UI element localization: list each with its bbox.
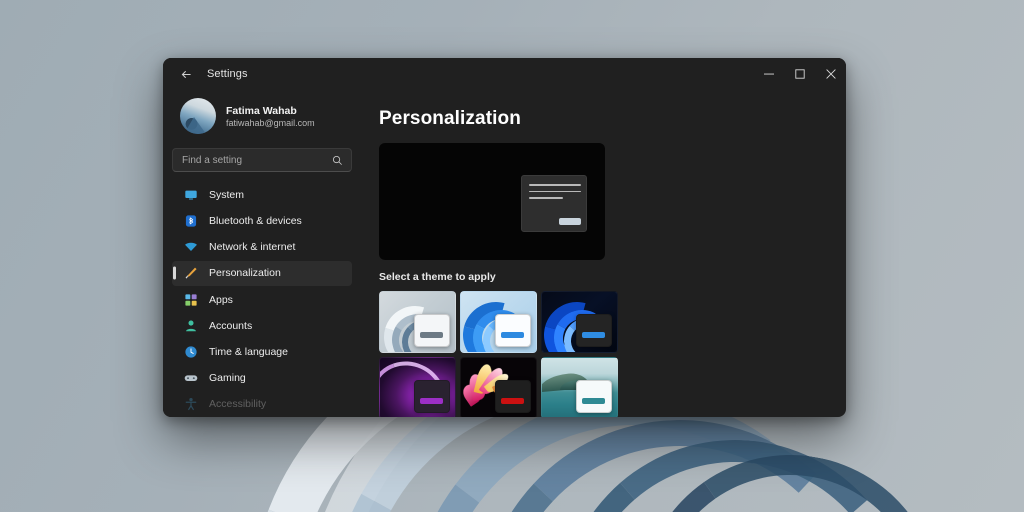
- sidebar-item-time-language[interactable]: Time & language: [172, 339, 352, 364]
- theme-window-mock: [414, 314, 450, 347]
- preview-dialog-mock: [521, 175, 587, 232]
- theme-window-mock: [414, 380, 450, 413]
- theme-preview[interactable]: [379, 143, 605, 260]
- apps-icon: [184, 293, 198, 307]
- sidebar-item-system[interactable]: System: [172, 182, 352, 207]
- sidebar-item-accessibility[interactable]: Accessibility: [172, 392, 352, 417]
- bluetooth-icon: [184, 214, 198, 228]
- avatar: [180, 98, 216, 134]
- content-pane: Personalization Select a theme to apply: [361, 90, 846, 417]
- sidebar-item-apps[interactable]: Apps: [172, 287, 352, 312]
- sidebar-item-label: Apps: [209, 293, 233, 306]
- arrow-left-icon: [181, 70, 191, 78]
- theme-option-6[interactable]: [541, 357, 618, 417]
- theme-option-5[interactable]: [460, 357, 537, 417]
- theme-accent-bar: [420, 398, 443, 404]
- close-button[interactable]: [815, 58, 846, 90]
- account-text: Fatima Wahab fatiwahab@gmail.com: [226, 105, 315, 128]
- sidebar-item-label: Time & language: [209, 346, 288, 359]
- sidebar-item-label: Network & internet: [209, 241, 296, 254]
- clock-icon: [184, 345, 198, 359]
- theme-option-4[interactable]: [379, 357, 456, 417]
- theme-window-mock: [576, 380, 612, 413]
- window-controls: [753, 58, 846, 90]
- sidebar-item-label: Accessibility: [209, 398, 267, 411]
- theme-option-3[interactable]: [541, 291, 618, 353]
- maximize-icon: [794, 69, 805, 79]
- sidebar-item-label: Personalization: [209, 267, 281, 280]
- theme-accent-bar: [420, 332, 443, 338]
- account-email: fatiwahab@gmail.com: [226, 117, 315, 128]
- minimize-icon: [763, 73, 774, 75]
- theme-accent-bar: [582, 398, 605, 404]
- minimize-button[interactable]: [753, 58, 784, 90]
- page-title: Personalization: [379, 108, 521, 129]
- sidebar-item-personalization[interactable]: Personalization: [172, 260, 352, 287]
- account-card[interactable]: Fatima Wahab fatiwahab@gmail.com: [172, 92, 352, 142]
- section-label: Select a theme to apply: [379, 271, 496, 283]
- gamepad-icon: [184, 371, 198, 385]
- display-icon: [184, 188, 198, 202]
- person-icon: [184, 319, 198, 333]
- preview-text-line: [529, 197, 563, 199]
- paintbrush-icon: [184, 266, 198, 280]
- theme-accent-bar: [501, 332, 524, 338]
- search-input[interactable]: [173, 154, 351, 166]
- preview-text-line: [529, 184, 581, 186]
- sidebar-nav: System Bluetooth & devices Network & int…: [172, 182, 352, 417]
- theme-window-mock: [495, 380, 531, 413]
- theme-window-mock: [576, 314, 612, 347]
- sidebar-item-gaming[interactable]: Gaming: [172, 366, 352, 391]
- account-name: Fatima Wahab: [226, 104, 297, 117]
- settings-window: Settings Fatima Wahab fatiwahab@gmail.co…: [163, 58, 846, 417]
- sidebar-item-label: Accounts: [209, 319, 253, 332]
- search-box[interactable]: [172, 148, 352, 173]
- theme-accent-bar: [582, 332, 605, 338]
- theme-option-1[interactable]: [379, 291, 456, 353]
- sidebar-item-bluetooth-devices[interactable]: Bluetooth & devices: [172, 209, 352, 234]
- sidebar-item-label: Gaming: [209, 372, 246, 385]
- back-button[interactable]: [171, 61, 201, 87]
- sidebar-item-accounts[interactable]: Accounts: [172, 313, 352, 338]
- sidebar-item-label: Bluetooth & devices: [209, 215, 302, 228]
- theme-window-mock: [495, 314, 531, 347]
- preview-dialog-button: [559, 218, 581, 225]
- maximize-button[interactable]: [784, 58, 815, 90]
- preview-text-line: [529, 190, 581, 193]
- sidebar: Fatima Wahab fatiwahab@gmail.com Find a …: [163, 90, 361, 417]
- search-icon: [332, 155, 343, 166]
- window-titlebar: Settings: [163, 58, 846, 90]
- theme-option-2[interactable]: [460, 291, 537, 353]
- desktop-wallpaper: Settings Fatima Wahab fatiwahab@gmail.co…: [0, 0, 1024, 512]
- sidebar-item-network-internet[interactable]: Network & internet: [172, 235, 352, 260]
- theme-grid: [379, 291, 820, 417]
- accessibility-icon: [184, 397, 198, 411]
- window-body: Fatima Wahab fatiwahab@gmail.com Find a …: [163, 90, 846, 417]
- close-icon: [825, 69, 836, 79]
- wifi-icon: [184, 240, 198, 254]
- theme-accent-bar: [501, 398, 524, 404]
- sidebar-item-label: System: [209, 188, 245, 201]
- app-title: Settings: [207, 68, 248, 80]
